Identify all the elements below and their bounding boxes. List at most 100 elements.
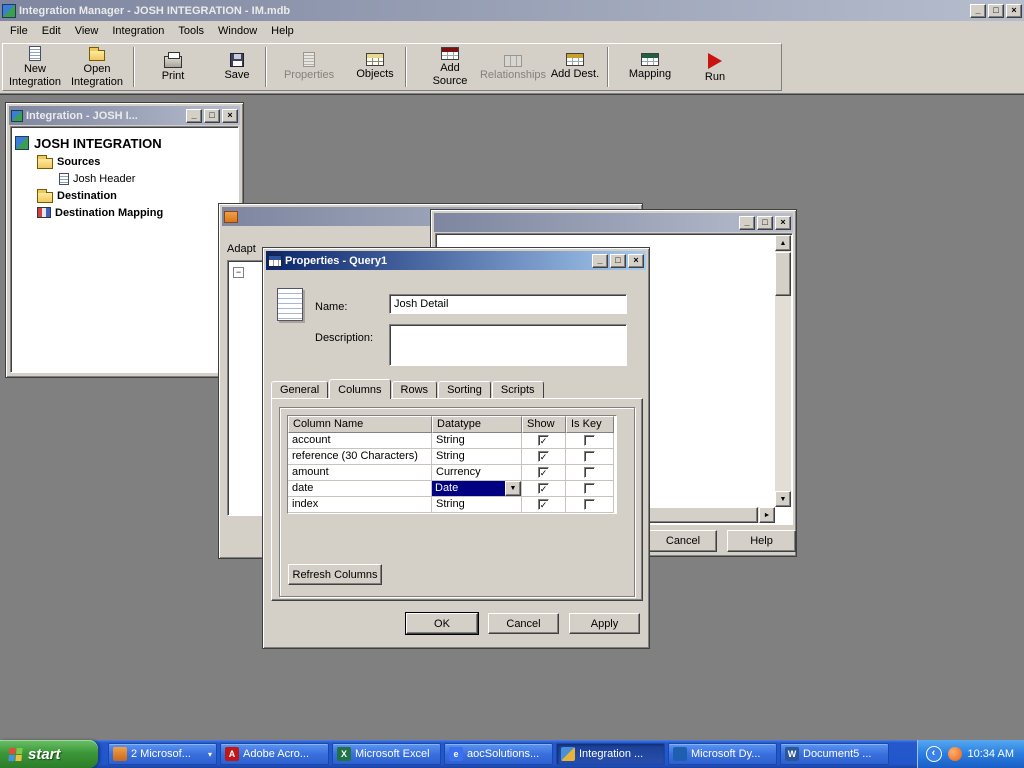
column-name-cell[interactable]: amount	[288, 465, 432, 481]
column-header[interactable]: Show	[522, 416, 566, 433]
column-name-cell[interactable]: reference (30 Characters)	[288, 449, 432, 465]
name-input[interactable]	[389, 294, 627, 314]
taskbar-item-microsoft-excel[interactable]: Microsoft Excel	[332, 743, 441, 765]
show-checkbox[interactable]: ✓	[538, 499, 549, 510]
right-window-titlebar[interactable]: _ □ ×	[434, 213, 793, 232]
minimize-button[interactable]: _	[739, 216, 755, 230]
iskey-checkbox[interactable]	[584, 451, 595, 462]
maximize-button[interactable]: □	[757, 216, 773, 230]
tab-sorting[interactable]: Sorting	[438, 381, 491, 398]
tab-columns[interactable]: Columns	[329, 379, 390, 399]
apply-button[interactable]: Apply	[569, 613, 640, 634]
taskbar-item-document5[interactable]: Document5 ...	[780, 743, 889, 765]
objects-button[interactable]: Objects	[349, 44, 401, 90]
datatype-combo[interactable]: Date ▼	[432, 481, 522, 497]
close-button[interactable]: ×	[1006, 4, 1022, 18]
show-checkbox[interactable]: ✓	[538, 451, 549, 462]
cancel-button[interactable]: Cancel	[649, 530, 717, 552]
toolbar-panel: New Integration Open Integration Print S…	[2, 43, 782, 91]
run-button[interactable]: Run	[691, 44, 739, 90]
minimize-button[interactable]: _	[186, 109, 202, 123]
acrobat-icon	[225, 747, 239, 761]
integration-window-titlebar[interactable]: Integration - JOSH I... _ □ ×	[9, 106, 240, 125]
column-header[interactable]: Column Name	[288, 416, 432, 433]
column-header[interactable]: Datatype	[432, 416, 522, 433]
open-integration-button[interactable]: Open Integration	[65, 44, 129, 90]
cancel-button[interactable]: Cancel	[488, 613, 559, 634]
menu-integration[interactable]: Integration	[105, 22, 171, 40]
main-titlebar[interactable]: Integration Manager - JOSH INTEGRATION -…	[0, 0, 1024, 21]
tab-rows[interactable]: Rows	[392, 381, 438, 398]
datatype-cell[interactable]: Currency	[432, 465, 522, 481]
new-integration-button[interactable]: New Integration	[5, 44, 65, 90]
help-button[interactable]: Help	[727, 530, 796, 552]
tree-node-destination-mapping[interactable]: Destination Mapping	[15, 204, 234, 221]
column-name-cell[interactable]: index	[288, 497, 432, 513]
properties-dialog-title: Properties - Query1	[285, 255, 589, 267]
integration-window-title: Integration - JOSH I...	[26, 110, 183, 122]
tree-node-destination[interactable]: Destination	[15, 187, 234, 204]
save-button[interactable]: Save	[213, 44, 261, 90]
column-name-cell[interactable]: account	[288, 433, 432, 449]
tray-app-icon[interactable]	[948, 747, 962, 761]
new-integration-label: New Integration	[8, 63, 62, 87]
show-checkbox[interactable]: ✓	[538, 467, 549, 478]
start-button[interactable]: start	[0, 740, 98, 768]
show-checkbox[interactable]: ✓	[538, 435, 549, 446]
show-checkbox[interactable]: ✓	[538, 483, 549, 494]
scroll-down-button[interactable]: ▼	[775, 491, 791, 507]
refresh-columns-button[interactable]: Refresh Columns	[288, 564, 382, 585]
print-button[interactable]: Print	[147, 44, 199, 90]
tree-node-josh-header[interactable]: Josh Header	[15, 170, 234, 187]
datatype-cell[interactable]: String	[432, 449, 522, 465]
folder-icon	[37, 158, 53, 169]
scrollbar-thumb[interactable]	[775, 252, 791, 296]
menu-edit[interactable]: Edit	[35, 22, 68, 40]
scroll-up-button[interactable]: ▲	[775, 235, 791, 251]
menu-tools[interactable]: Tools	[171, 22, 211, 40]
taskbar-item-microsoft-group[interactable]: 2 Microsof... ▾	[108, 743, 217, 765]
maximize-button[interactable]: □	[610, 254, 626, 268]
mapping-button[interactable]: Mapping	[623, 44, 677, 90]
close-button[interactable]: ×	[222, 109, 238, 123]
maximize-button[interactable]: □	[204, 109, 220, 123]
tab-scripts[interactable]: Scripts	[492, 381, 544, 398]
taskbar-item-integration[interactable]: Integration ...	[556, 743, 665, 765]
menu-file[interactable]: File	[3, 22, 35, 40]
properties-dialog-titlebar[interactable]: Properties - Query1 _ □ ×	[266, 251, 646, 270]
vertical-scrollbar[interactable]: ▲ ▼	[775, 235, 791, 507]
add-source-button[interactable]: Add Source	[421, 44, 479, 90]
properties-dialog-icon	[268, 255, 282, 267]
tree-expander-icon[interactable]: −	[233, 267, 244, 278]
iskey-checkbox[interactable]	[584, 483, 595, 494]
taskbar-item-aocsolutions[interactable]: aocSolutions...	[444, 743, 553, 765]
menu-help[interactable]: Help	[264, 22, 301, 40]
scroll-right-button[interactable]: ►	[759, 507, 775, 523]
iskey-checkbox[interactable]	[584, 435, 595, 446]
menu-window[interactable]: Window	[211, 22, 264, 40]
datatype-cell[interactable]: String	[432, 433, 522, 449]
add-dest-button[interactable]: Add Dest.	[547, 44, 603, 90]
minimize-button[interactable]: _	[970, 4, 986, 18]
tab-strip: General Columns Rows Sorting Scripts	[271, 379, 545, 398]
ok-button[interactable]: OK	[406, 613, 478, 634]
tab-general[interactable]: General	[271, 381, 328, 398]
close-button[interactable]: ×	[628, 254, 644, 268]
minimize-button[interactable]: _	[592, 254, 608, 268]
hide-icons-button[interactable]: ‹	[926, 746, 942, 762]
column-name-cell[interactable]: date	[288, 481, 432, 497]
description-input[interactable]	[389, 324, 627, 366]
iskey-checkbox[interactable]	[584, 499, 595, 510]
tree-root-josh-integration[interactable]: JOSH INTEGRATION	[15, 133, 234, 153]
taskbar-item-microsoft-dynamics[interactable]: Microsoft Dy...	[668, 743, 777, 765]
integration-window: Integration - JOSH I... _ □ × JOSH INTEG…	[5, 102, 244, 378]
maximize-button[interactable]: □	[988, 4, 1004, 18]
close-button[interactable]: ×	[775, 216, 791, 230]
taskbar-item-adobe-acrobat[interactable]: Adobe Acro...	[220, 743, 329, 765]
tree-node-sources[interactable]: Sources	[15, 153, 234, 170]
column-header[interactable]: Is Key	[566, 416, 614, 433]
datatype-cell[interactable]: String	[432, 497, 522, 513]
combo-dropdown-button[interactable]: ▼	[505, 481, 521, 496]
menu-view[interactable]: View	[68, 22, 106, 40]
iskey-checkbox[interactable]	[584, 467, 595, 478]
